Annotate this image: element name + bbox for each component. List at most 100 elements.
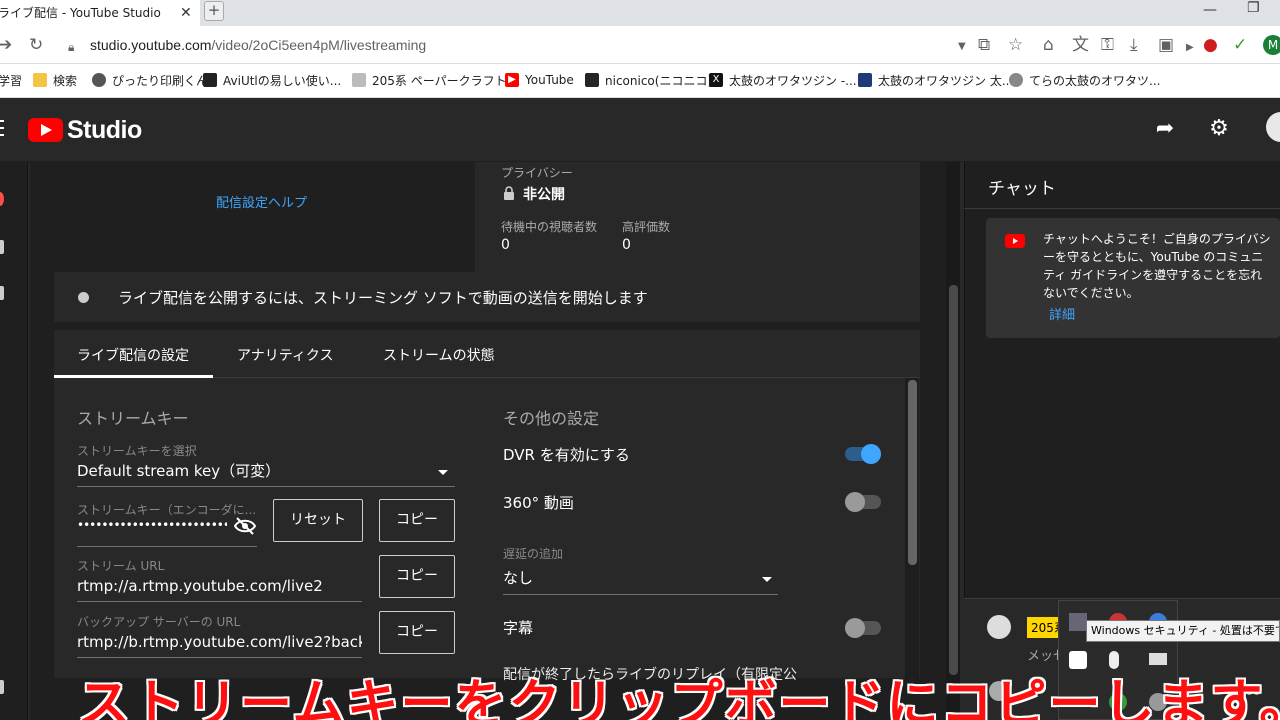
download-icon[interactable]: ⤓ [1130, 35, 1138, 55]
folder-icon [33, 73, 47, 87]
globe-icon [92, 73, 106, 87]
bookmark-label: てらの太鼓のオワタツ... [1029, 73, 1161, 88]
bookmark-item[interactable]: 太鼓のオワタツジン 太... [858, 70, 1013, 90]
help-panel [30, 162, 475, 272]
camera-icon[interactable]: ▣ [1158, 35, 1174, 55]
bookmark-label: AviUtlの易しい使い... [223, 73, 342, 88]
stream-key-label: ストリームキー（エンコーダに... [77, 503, 257, 517]
reload-icon[interactable]: ↻ [29, 35, 43, 55]
bookmark-item[interactable]: 205系 ペーパークラフト... [352, 70, 518, 90]
status-dot-icon [78, 292, 89, 303]
bookmark-item[interactable]: X 太鼓のオワタツジン -... [709, 70, 857, 90]
key-underline [77, 546, 257, 547]
backup-underline [77, 657, 362, 658]
menu-icon[interactable] [0, 120, 4, 138]
stream-key-select[interactable]: Default stream key（可変） [77, 460, 427, 481]
likes-label: 高評価数 [622, 220, 671, 234]
bookmark-label: niconico(ニコニコ) [605, 73, 713, 88]
page-icon [352, 73, 366, 87]
copy-backup-url-button[interactable]: コピー [379, 611, 455, 654]
video360-toggle[interactable] [845, 492, 881, 512]
backup-url-label: バックアップ サーバーの URL [77, 615, 241, 629]
profile-avatar-icon[interactable]: M [1263, 35, 1280, 55]
active-tab-indicator [54, 375, 213, 378]
browser-tab-bar: ライブ配信 - YouTube Studio ✕ + — ❐ [0, 0, 1280, 26]
live-icon[interactable] [0, 192, 4, 206]
home-icon[interactable]: ⌂ [1043, 35, 1054, 55]
lock-icon[interactable]: 🔒︎ [68, 37, 74, 57]
bookmark-item[interactable]: niconico(ニコニコ) [585, 70, 712, 90]
stream-url-field[interactable]: rtmp://a.rtmp.youtube.com/live2 [77, 577, 362, 595]
captions-toggle[interactable] [845, 618, 881, 638]
toggle-knob [861, 444, 881, 464]
egs-icon [858, 73, 872, 87]
privacy-value[interactable]: 非公開 [523, 184, 565, 204]
cat-icon [1009, 73, 1023, 87]
tab-analytics[interactable]: アナリティクス [237, 345, 333, 365]
chat-title: チャット [988, 179, 1056, 199]
latency-select[interactable]: なし [503, 567, 533, 588]
copy-url-button[interactable]: コピー [379, 555, 455, 598]
chevron-down-icon[interactable] [762, 577, 772, 582]
address-bar: ➔ ↻ 🔒︎ studio.youtube.com/video/2oCi5een… [0, 26, 1280, 64]
main-scroll-thumb[interactable] [949, 285, 958, 675]
settings-scroll-thumb[interactable] [908, 380, 917, 565]
studio-logo[interactable]: Studio [28, 115, 142, 145]
bookmark-item[interactable]: ▶ YouTube [505, 70, 574, 90]
copy-key-button[interactable]: コピー [379, 499, 455, 542]
bookmark-label: 205系 ペーパークラフト... [372, 73, 519, 88]
bookmark-label: 検索 [53, 73, 78, 88]
stream-settings-help-link[interactable]: 配信設定ヘルプ [216, 192, 307, 211]
bookmark-item[interactable]: てらの太鼓のオワタツ... [1009, 70, 1160, 90]
stream-url-label: ストリーム URL [77, 559, 165, 573]
video-caption: ストリームキーをクリップボードにコピーします。 [78, 675, 1280, 720]
latency-underline [503, 594, 778, 595]
restore-icon[interactable]: ❐ [1247, 0, 1260, 16]
close-tab-icon[interactable]: ✕ [180, 2, 192, 24]
bookmark-item[interactable]: ぴったり印刷くん [92, 70, 208, 90]
bookmark-label: YouTube [525, 73, 574, 87]
left-rail [0, 162, 28, 720]
url-host: studio.youtube.com [90, 37, 212, 53]
viewers-value: 0 [501, 237, 510, 253]
tray-app-icon[interactable] [1069, 613, 1087, 631]
bookmark-label: ぴったり印刷くん [112, 73, 209, 88]
dropdown-icon[interactable]: ▼ [958, 37, 966, 57]
share-icon[interactable]: ➦ [1152, 116, 1178, 142]
rail-icon-2[interactable] [0, 286, 4, 300]
blocked-icon[interactable]: ⧉ [978, 35, 990, 55]
more-arrow-icon[interactable]: ▶ [1186, 38, 1194, 58]
bookmark-item[interactable]: 学習 [0, 70, 22, 90]
dvr-toggle[interactable] [845, 444, 881, 464]
key-icon[interactable]: ⚿ [1101, 35, 1114, 55]
bookmarks-bar: 学習 検索 ぴったり印刷くん AviUtlの易しい使い... 205系 ペーパー… [0, 64, 1280, 98]
minimize-icon[interactable]: — [1203, 2, 1217, 18]
backup-url-field[interactable]: rtmp://b.rtmp.youtube.com/live2?backup=1 [77, 633, 362, 651]
stream-status-text: ライブ配信を公開するには、ストリーミング ソフトで動画の送信を開始します [118, 289, 648, 307]
url-path: /video/2oCi5een4pM/livestreaming [211, 37, 427, 53]
stream-key-field[interactable]: •••••••••••••••••••••••••• [77, 518, 227, 532]
chevron-down-icon[interactable] [438, 470, 448, 475]
star-icon[interactable]: ☆ [1008, 35, 1023, 55]
gear-icon[interactable]: ⚙ [1206, 116, 1232, 142]
extension-green-icon[interactable]: ✓ [1233, 35, 1247, 55]
browser-tab[interactable]: ライブ配信 - YouTube Studio ✕ [0, 0, 200, 26]
forward-icon[interactable]: ➔ [0, 35, 12, 55]
extension-red-icon[interactable]: ● [1203, 35, 1218, 55]
translate-icon[interactable]: 文 [1072, 35, 1089, 55]
tab-live-settings[interactable]: ライブ配信の設定 [77, 345, 189, 365]
rail-icon-3[interactable] [0, 680, 4, 694]
dvr-label: DVR を有効にする [503, 446, 630, 464]
tab-stream-health[interactable]: ストリームの状態 [383, 345, 495, 365]
eye-off-icon[interactable] [234, 517, 256, 535]
rail-icon-1[interactable] [0, 240, 4, 254]
other-settings-title: その他の設定 [503, 409, 600, 428]
url-field[interactable]: studio.youtube.com/video/2oCi5een4pM/liv… [90, 37, 426, 53]
reset-button[interactable]: リセット [273, 499, 363, 542]
youtube-play-icon [28, 118, 63, 142]
bookmark-item[interactable]: 検索 [33, 70, 77, 90]
chat-user-avatar [987, 615, 1011, 639]
bookmark-item[interactable]: AviUtlの易しい使い... [203, 70, 341, 90]
new-tab-button[interactable]: + [204, 1, 224, 21]
chat-details-link[interactable]: 詳細 [1049, 304, 1075, 323]
